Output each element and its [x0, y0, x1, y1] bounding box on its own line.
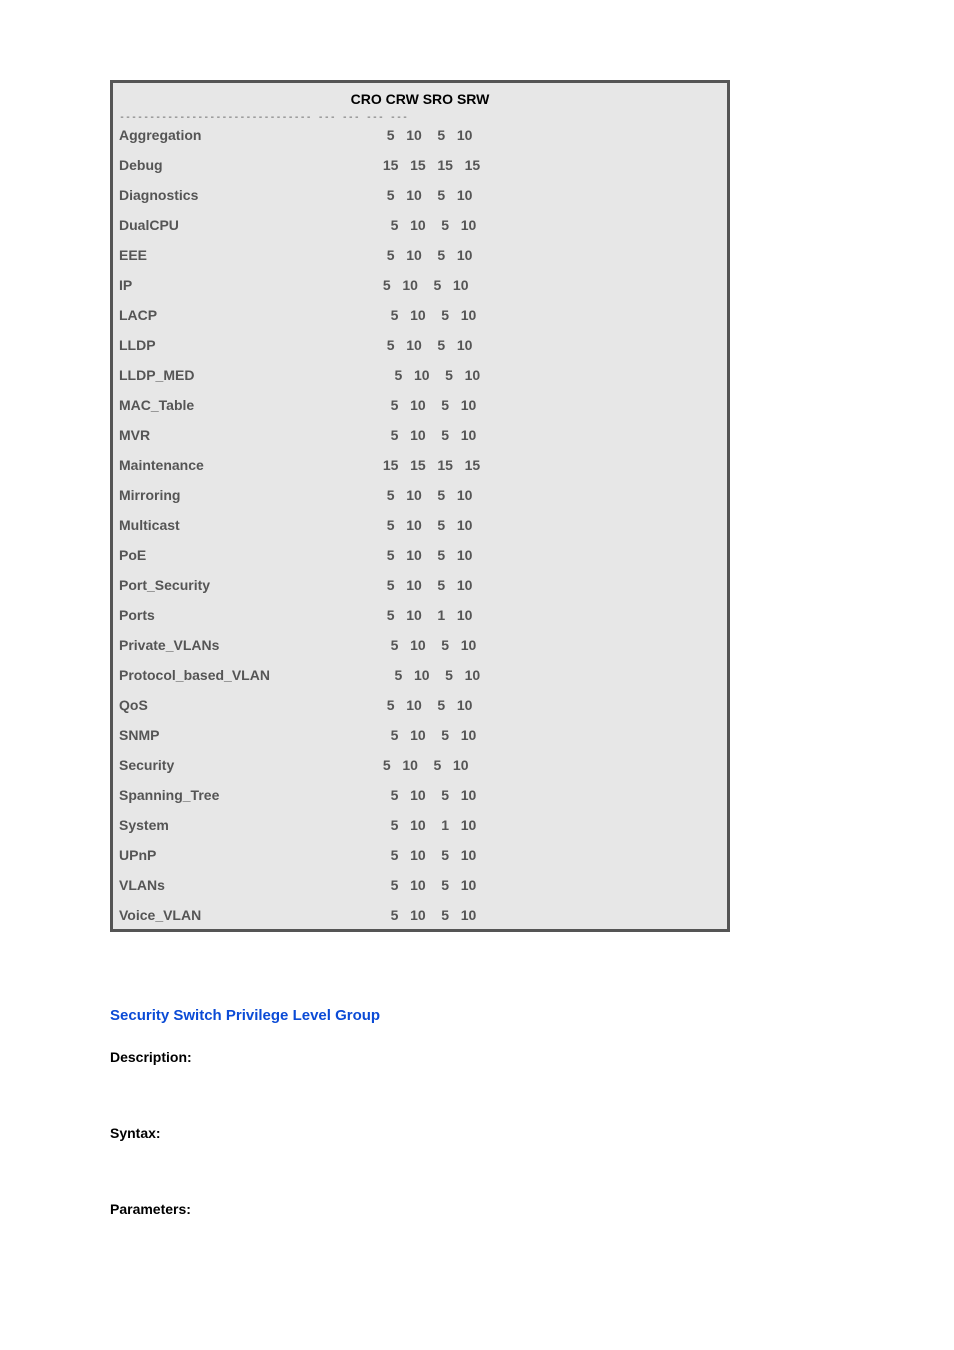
- row-values: 5 10 5 10: [379, 307, 721, 323]
- row-name: Spanning_Tree: [119, 787, 379, 803]
- row-values: 5 10 5 10: [379, 517, 721, 533]
- row-name: LLDP_MED: [119, 367, 379, 383]
- row-name: LLDP: [119, 337, 379, 353]
- row-name: Port_Security: [119, 577, 379, 593]
- table-row: Private_VLANs 5 10 5 10: [113, 637, 727, 653]
- table-row: Diagnostics 5 10 5 10: [113, 187, 727, 203]
- row-values: 5 10 5 10: [379, 547, 721, 563]
- table-row: MVR 5 10 5 10: [113, 427, 727, 443]
- table-header: CRO CRW SRO SRW: [113, 83, 727, 113]
- table-divider: -------------------------------- --- ---…: [113, 113, 727, 127]
- row-name: VLANs: [119, 877, 379, 893]
- table-row: PoE 5 10 5 10: [113, 547, 727, 563]
- row-name: UPnP: [119, 847, 379, 863]
- row-name: DualCPU: [119, 217, 379, 233]
- row-name: System: [119, 817, 379, 833]
- table-row: SNMP 5 10 5 10: [113, 727, 727, 743]
- row-name: EEE: [119, 247, 379, 263]
- section-title: Security Switch Privilege Level Group: [110, 1007, 844, 1024]
- row-values: 5 10 5 10: [379, 127, 721, 143]
- row-values: 5 10 5 10: [379, 907, 721, 923]
- row-name: Voice_VLAN: [119, 907, 379, 923]
- table-row: UPnP 5 10 5 10: [113, 847, 727, 863]
- row-values: 5 10 5 10: [379, 757, 721, 773]
- privilege-table: CRO CRW SRO SRW ------------------------…: [110, 80, 730, 932]
- row-name: Mirroring: [119, 487, 379, 503]
- table-row: Mirroring 5 10 5 10: [113, 487, 727, 503]
- label-description: Description:: [110, 1049, 844, 1065]
- row-values: 5 10 5 10: [379, 667, 721, 683]
- row-values: 5 10 5 10: [379, 577, 721, 593]
- row-values: 5 10 5 10: [379, 187, 721, 203]
- row-name: Aggregation: [119, 127, 379, 143]
- row-values: 5 10 5 10: [379, 787, 721, 803]
- table-row: DualCPU 5 10 5 10: [113, 217, 727, 233]
- row-name: Security: [119, 757, 379, 773]
- row-values: 5 10 5 10: [379, 727, 721, 743]
- row-name: Ports: [119, 607, 379, 623]
- row-name: Debug: [119, 157, 379, 173]
- row-values: 5 10 1 10: [379, 817, 721, 833]
- row-name: MVR: [119, 427, 379, 443]
- table-row: Maintenance 15 15 15 15: [113, 457, 727, 473]
- table-row: QoS 5 10 5 10: [113, 697, 727, 713]
- row-values: 5 10 5 10: [379, 247, 721, 263]
- row-name: SNMP: [119, 727, 379, 743]
- row-values: 5 10 5 10: [379, 637, 721, 653]
- row-name: Multicast: [119, 517, 379, 533]
- table-row: Security 5 10 5 10: [113, 757, 727, 773]
- table-row: MAC_Table 5 10 5 10: [113, 397, 727, 413]
- row-values: 5 10 5 10: [379, 847, 721, 863]
- row-values: 5 10 5 10: [379, 427, 721, 443]
- row-name: Diagnostics: [119, 187, 379, 203]
- table-row: Port_Security 5 10 5 10: [113, 577, 727, 593]
- row-values: 5 10 5 10: [379, 697, 721, 713]
- table-row: LACP 5 10 5 10: [113, 307, 727, 323]
- row-name: Maintenance: [119, 457, 379, 473]
- table-row: Multicast 5 10 5 10: [113, 517, 727, 533]
- row-values: 5 10 5 10: [379, 217, 721, 233]
- row-name: Protocol_based_VLAN: [119, 667, 379, 683]
- table-row: LLDP 5 10 5 10: [113, 337, 727, 353]
- row-name: PoE: [119, 547, 379, 563]
- row-values: 5 10 5 10: [379, 367, 721, 383]
- table-row: Debug 15 15 15 15: [113, 157, 727, 173]
- row-values: 5 10 5 10: [379, 337, 721, 353]
- label-syntax: Syntax:: [110, 1125, 844, 1141]
- row-values: 15 15 15 15: [379, 157, 721, 173]
- row-values: 5 10 5 10: [379, 877, 721, 893]
- row-values: 5 10 1 10: [379, 607, 721, 623]
- table-row: EEE 5 10 5 10: [113, 247, 727, 263]
- row-name: MAC_Table: [119, 397, 379, 413]
- table-row: Aggregation 5 10 5 10: [113, 127, 727, 143]
- table-row: System 5 10 1 10: [113, 817, 727, 833]
- row-name: IP: [119, 277, 379, 293]
- table-row: Voice_VLAN 5 10 5 10: [113, 907, 727, 923]
- row-values: 5 10 5 10: [379, 487, 721, 503]
- label-parameters: Parameters:: [110, 1201, 844, 1217]
- row-name: Private_VLANs: [119, 637, 379, 653]
- row-name: LACP: [119, 307, 379, 323]
- table-row: Spanning_Tree 5 10 5 10: [113, 787, 727, 803]
- row-values: 5 10 5 10: [379, 277, 721, 293]
- row-values: 5 10 5 10: [379, 397, 721, 413]
- table-row: Ports 5 10 1 10: [113, 607, 727, 623]
- row-name: QoS: [119, 697, 379, 713]
- row-values: 15 15 15 15: [379, 457, 721, 473]
- table-row: IP 5 10 5 10: [113, 277, 727, 293]
- table-row: Protocol_based_VLAN 5 10 5 10: [113, 667, 727, 683]
- table-row: LLDP_MED 5 10 5 10: [113, 367, 727, 383]
- table-row: VLANs 5 10 5 10: [113, 877, 727, 893]
